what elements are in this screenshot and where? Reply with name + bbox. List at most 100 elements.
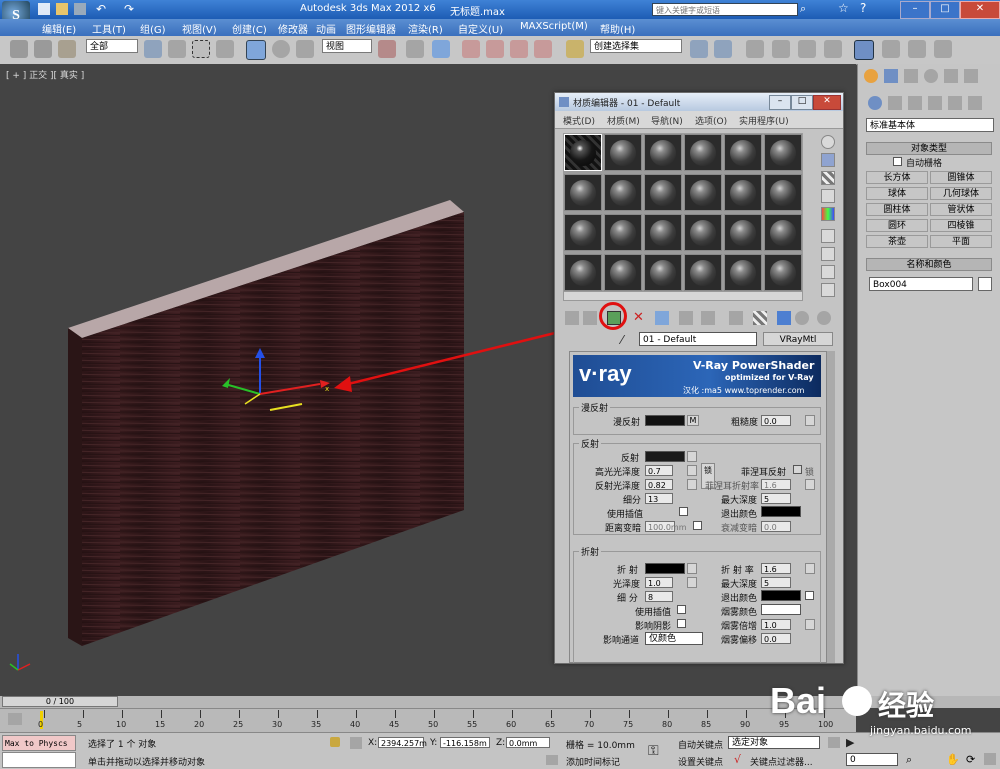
link-icon[interactable] — [10, 40, 28, 58]
ior-map-button[interactable] — [805, 563, 815, 574]
dim-falloff-field[interactable]: 0.0 — [761, 521, 791, 532]
lights-icon[interactable] — [908, 96, 922, 110]
put-to-library-icon[interactable] — [679, 311, 693, 325]
params-scrollbar[interactable] — [827, 351, 835, 663]
material-navigator-icon[interactable] — [821, 283, 835, 297]
diffuse-header[interactable]: 漫反射 — [579, 401, 611, 414]
roughness-field[interactable]: 0.0 — [761, 415, 791, 426]
reflect-color-swatch[interactable] — [645, 451, 685, 462]
unlink-icon[interactable] — [34, 40, 52, 58]
material-id-icon[interactable] — [701, 311, 715, 325]
pyramid-button[interactable]: 四棱锥 — [930, 219, 992, 232]
help-icon[interactable]: ? — [860, 1, 866, 15]
maxscript-listener[interactable]: Max to Physcs ( — [2, 735, 76, 764]
box-button[interactable]: 长方体 — [866, 171, 928, 184]
mini-curve-editor-icon[interactable] — [8, 713, 22, 725]
maxscript-output[interactable] — [2, 752, 76, 768]
refr-exit-color-swatch[interactable] — [761, 590, 801, 601]
tab-display-icon[interactable] — [944, 69, 958, 83]
menu-maxscript[interactable]: MAXScript(M) — [520, 21, 588, 32]
helpers-icon[interactable] — [948, 96, 962, 110]
refraction-header[interactable]: 折射 — [579, 545, 602, 558]
maximize-viewport-icon[interactable] — [984, 753, 996, 765]
curve-editor-icon[interactable] — [798, 40, 816, 58]
geometry-icon[interactable] — [868, 96, 882, 110]
star-icon[interactable]: ☆ — [838, 1, 849, 15]
mated-maximize-button[interactable]: □ — [791, 95, 813, 110]
mated-menu-options[interactable]: 选项(O) — [695, 114, 727, 127]
sample-slot[interactable] — [724, 214, 762, 251]
fog-mult-field[interactable]: 1.0 — [761, 619, 791, 630]
mated-menu-navigation[interactable]: 导航(N) — [651, 114, 683, 127]
menu-help[interactable]: 帮助(H) — [600, 21, 635, 36]
cylinder-button[interactable]: 圆柱体 — [866, 203, 928, 216]
menu-group[interactable]: 组(G) — [140, 21, 166, 36]
named-selection-dropdown[interactable]: 创建选择集 — [590, 39, 682, 53]
object-color-swatch[interactable] — [978, 277, 992, 291]
reference-coord-dropdown[interactable]: 视图 — [322, 39, 372, 53]
hilight-gloss-field[interactable]: 0.7 — [645, 465, 673, 476]
teapot-button[interactable]: 茶壶 — [866, 235, 928, 248]
minimize-button[interactable]: – — [900, 1, 930, 19]
video-check-icon[interactable] — [821, 207, 835, 221]
sample-slot[interactable] — [644, 254, 682, 291]
zoom-icon[interactable]: ⌕ — [906, 753, 912, 767]
refract-color-swatch[interactable] — [645, 563, 685, 574]
time-tag-icon[interactable] — [546, 755, 558, 765]
make-preview-icon[interactable] — [821, 229, 835, 243]
background-icon[interactable] — [821, 171, 835, 185]
fog-bias-field[interactable]: 0.0 — [761, 633, 791, 644]
dim-distance-checkbox[interactable] — [693, 521, 702, 530]
absolute-mode-icon[interactable] — [350, 737, 362, 749]
object-name-field[interactable]: Box004 — [869, 277, 973, 291]
render-production-icon[interactable] — [934, 40, 952, 58]
backlight-icon[interactable] — [821, 153, 835, 167]
menu-graph-editors[interactable]: 图形编辑器 — [346, 21, 396, 36]
plane-button[interactable]: 平面 — [930, 235, 992, 248]
reflection-header[interactable]: 反射 — [579, 437, 602, 450]
sample-slot[interactable] — [724, 174, 762, 211]
refract-map-button[interactable] — [687, 563, 697, 574]
track-bar[interactable]: 0 5 10 15 20 25 30 35 40 45 50 55 60 65 70 75 80 85 90 95 10… — [0, 708, 856, 733]
time-slider-thumb[interactable]: 0 / 100 — [2, 696, 118, 707]
fresnel-ior-map-button[interactable] — [805, 479, 815, 490]
tab-hierarchy-icon[interactable] — [904, 69, 918, 83]
ior-field[interactable]: 1.6 — [761, 563, 791, 574]
select-scale-icon[interactable] — [296, 40, 314, 58]
cameras-icon[interactable] — [928, 96, 942, 110]
key-filter-icon[interactable]: √ — [734, 753, 741, 766]
dim-distance-field[interactable]: 100.0mm — [645, 521, 687, 532]
make-unique-icon[interactable] — [655, 311, 669, 325]
spacewarps-icon[interactable] — [968, 96, 982, 110]
redo-icon[interactable]: ↷ — [124, 2, 134, 16]
sample-slot[interactable] — [644, 174, 682, 211]
mated-menu-mode[interactable]: 模式(D) — [563, 114, 595, 127]
edit-named-selection-icon[interactable] — [566, 40, 584, 58]
tab-utilities-icon[interactable] — [964, 69, 978, 83]
sample-slot[interactable] — [724, 254, 762, 291]
pick-from-object-icon[interactable] — [817, 311, 831, 325]
menu-animation[interactable]: 动画 — [316, 21, 336, 36]
fresnel-checkbox[interactable] — [793, 465, 802, 474]
tab-create-icon[interactable] — [864, 69, 878, 83]
mated-menu-material[interactable]: 材质(M) — [607, 114, 640, 127]
sample-type-icon[interactable] — [821, 135, 835, 149]
fog-color-swatch[interactable] — [761, 604, 801, 615]
search-input[interactable]: 键入关键字或短语 — [652, 3, 798, 16]
pivot-center-icon[interactable] — [378, 40, 396, 58]
refl-subdivs-field[interactable]: 13 — [645, 493, 673, 504]
sample-slot[interactable] — [764, 254, 802, 291]
show-end-result-icon[interactable] — [753, 311, 767, 325]
put-to-scene-icon[interactable] — [583, 311, 597, 325]
bind-spacewarp-icon[interactable] — [58, 40, 76, 58]
align-icon[interactable] — [714, 40, 732, 58]
reflect-map-button[interactable] — [687, 451, 697, 462]
rect-selection-icon[interactable] — [192, 40, 210, 58]
mirror-icon[interactable] — [690, 40, 708, 58]
auto-key-label[interactable]: 自动关键点 — [678, 738, 723, 751]
key-icon[interactable]: ⚿ — [648, 743, 659, 759]
select-object-icon[interactable] — [144, 40, 162, 58]
diffuse-color-swatch[interactable] — [645, 415, 685, 426]
mated-close-button[interactable]: ✕ — [813, 95, 841, 110]
sample-slot[interactable] — [684, 134, 722, 171]
